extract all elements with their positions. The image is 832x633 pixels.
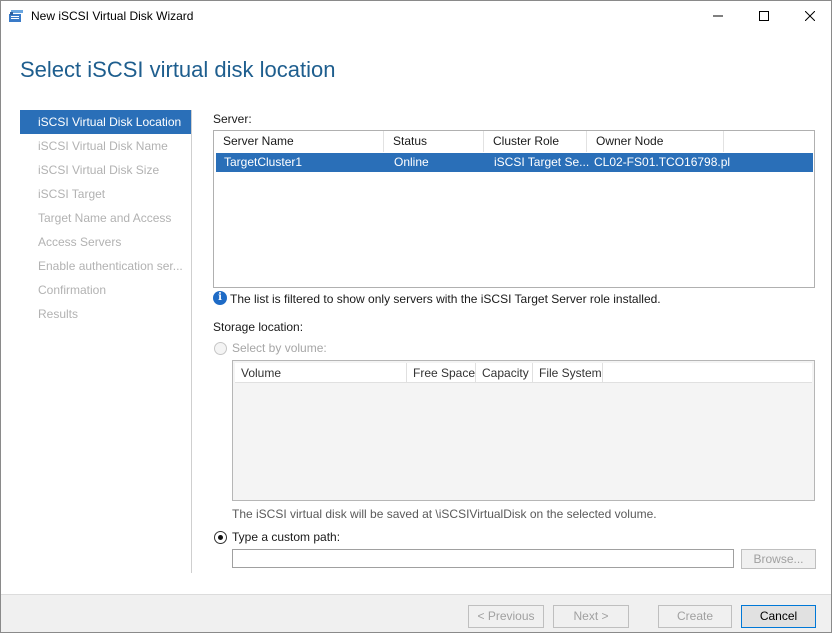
nav-step-iscsi-target: iSCSI Target <box>38 187 106 201</box>
page-title: Select iSCSI virtual disk location <box>20 57 336 82</box>
column-header-file-system: File System <box>533 363 603 383</box>
minimize-icon <box>713 15 723 17</box>
storage-location-label: Storage location: <box>213 320 304 334</box>
custom-path-radio[interactable] <box>214 531 227 544</box>
nav-step-virtual-disk-name: iSCSI Virtual Disk Name <box>38 139 168 153</box>
server-list-header: Server Name Status Cluster Role Owner No… <box>214 131 814 152</box>
column-header-volume: Volume <box>235 363 407 383</box>
wizard-steps-nav: iSCSI Virtual Disk Location iSCSI Virtua… <box>20 110 191 326</box>
custom-path-input[interactable] <box>232 549 734 568</box>
browse-button[interactable]: Browse... <box>741 549 816 569</box>
server-filter-info: The list is filtered to show only server… <box>230 292 661 306</box>
create-button[interactable]: Create <box>658 605 732 628</box>
column-header-cluster-role[interactable]: Cluster Role <box>484 131 587 152</box>
server-row-selected[interactable]: TargetCluster1 Online iSCSI Target Se...… <box>216 153 813 172</box>
volume-list: Volume Free Space Capacity File System <box>232 360 815 501</box>
close-icon <box>805 11 815 21</box>
title-bar: New iSCSI Virtual Disk Wizard <box>1 1 831 31</box>
cancel-button[interactable]: Cancel <box>741 605 816 628</box>
cell-status: Online <box>394 155 429 169</box>
nav-step-access-servers: Access Servers <box>38 235 122 249</box>
nav-divider <box>191 110 192 573</box>
nav-step-target-name-access: Target Name and Access <box>38 211 172 225</box>
volume-list-header: Volume Free Space Capacity File System <box>235 363 812 383</box>
nav-step-virtual-disk-size: iSCSI Virtual Disk Size <box>38 163 160 177</box>
maximize-button[interactable] <box>741 1 787 31</box>
minimize-button[interactable] <box>695 1 741 31</box>
info-icon: i <box>213 291 227 305</box>
cell-owner-node: CL02-FS01.TCO16798.pl <box>594 155 731 169</box>
select-by-volume-label: Select by volume: <box>232 341 327 355</box>
previous-button[interactable]: < Previous <box>468 605 544 628</box>
column-header-free-space: Free Space <box>407 363 476 383</box>
server-label: Server: <box>213 112 252 126</box>
cell-cluster-role: iSCSI Target Se... <box>494 155 589 169</box>
wizard-footer: < Previous Next > Create Cancel <box>1 594 831 632</box>
nav-step-enable-authentication: Enable authentication ser... <box>38 259 183 273</box>
wizard-window: New iSCSI Virtual Disk Wizard Select iSC… <box>0 0 832 633</box>
nav-step-virtual-disk-location[interactable]: iSCSI Virtual Disk Location <box>20 110 191 134</box>
column-header-owner-node[interactable]: Owner Node <box>587 131 724 152</box>
custom-path-label: Type a custom path: <box>232 530 341 544</box>
cell-server-name: TargetCluster1 <box>224 155 303 169</box>
nav-step-confirmation: Confirmation <box>38 283 107 297</box>
nav-step-results: Results <box>38 307 79 321</box>
maximize-icon <box>759 11 769 21</box>
server-list[interactable]: Server Name Status Cluster Role Owner No… <box>213 130 815 288</box>
window-title: New iSCSI Virtual Disk Wizard <box>31 9 194 23</box>
column-header-server-name[interactable]: Server Name <box>214 131 384 152</box>
next-button[interactable]: Next > <box>553 605 629 628</box>
column-header-status[interactable]: Status <box>384 131 484 152</box>
close-button[interactable] <box>787 1 832 31</box>
select-by-volume-radio[interactable] <box>214 342 227 355</box>
save-location-note: The iSCSI virtual disk will be saved at … <box>232 507 657 521</box>
wizard-app-icon <box>9 10 23 22</box>
column-header-capacity: Capacity <box>476 363 533 383</box>
